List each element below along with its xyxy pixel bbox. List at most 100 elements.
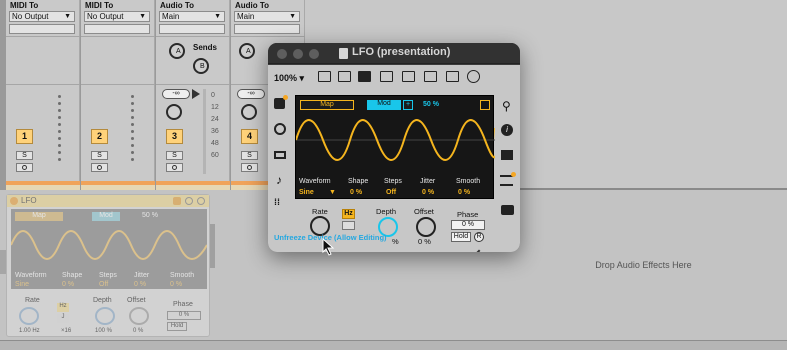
zoom-select[interactable]: 100% ▾ [274,73,304,84]
device-save-icon[interactable] [173,197,181,205]
track-activator[interactable]: 4 [241,129,258,144]
solo-button[interactable]: S [166,151,183,160]
jitter-value[interactable]: 0 % [134,281,146,288]
device-edit-icon[interactable] [185,197,193,205]
smooth-value[interactable]: 0 % [170,281,182,288]
volume-value[interactable]: -∞ [237,89,265,99]
routing-sub-select[interactable] [84,24,150,34]
search-icon[interactable]: ⚲ [502,99,511,113]
separator [156,36,230,37]
routing-select[interactable]: No Output ▼ [9,11,75,22]
arm-button[interactable] [166,163,183,172]
scale-tick: 60 [211,152,219,159]
add-mod-button[interactable]: + [403,100,413,110]
smooth-value[interactable]: 0 % [458,189,470,196]
shape-value[interactable]: 0 % [62,281,74,288]
slider-icon[interactable] [446,71,459,82]
video-icon[interactable] [274,151,286,159]
grid-icon[interactable]: # [428,251,435,252]
phase-value[interactable]: 0 % [167,311,201,320]
waveform-display [296,119,495,161]
info-icon[interactable]: i [501,124,513,136]
mod-button[interactable]: Mod [92,212,120,221]
mod-amount: 50 % [142,212,158,219]
routing-select[interactable]: No Output ▼ [84,11,150,22]
device-close-icon[interactable] [197,197,205,205]
track-activator[interactable]: 2 [91,129,108,144]
routing-sub-select[interactable] [9,24,75,34]
solo-button[interactable]: S [16,151,33,160]
close-box-icon[interactable] [380,71,393,82]
retrigger-button[interactable]: R [474,232,484,242]
zoom-window-button[interactable] [309,49,319,59]
track-activator[interactable]: 3 [166,129,183,144]
minimize-window-button[interactable] [293,49,303,59]
jitter-value[interactable]: 0 % [422,189,434,196]
camera-icon[interactable] [501,205,514,215]
track-activator[interactable]: 1 [16,129,33,144]
menu-icon[interactable] [480,100,490,110]
mod-amount[interactable]: 50 % [423,101,439,108]
waveform-value[interactable]: Sine [299,189,314,196]
sync-button[interactable]: J [57,314,69,323]
rate-value: 1.00 Hz [19,328,40,334]
rate-knob[interactable] [19,307,39,325]
target-icon[interactable] [274,123,286,135]
rate-label: Rate [25,297,40,304]
multiplier-value: ×16 [61,328,72,334]
send-a-knob[interactable]: A [239,43,255,59]
offset-knob[interactable] [129,307,149,325]
shape-value[interactable]: 0 % [350,189,362,196]
pan-knob[interactable] [241,104,257,120]
map-button[interactable]: Map [300,100,354,110]
device-power-icon[interactable] [10,197,18,205]
window-body: 100% ▾ ♪ ⁞⁞ ⚲ i Map Mod + 50 % Waveform … [268,65,520,252]
status-bar [0,340,787,350]
routing-select[interactable]: Main ▼ [234,11,300,22]
arm-button[interactable] [16,163,33,172]
list-icon[interactable] [500,175,513,186]
shape-label: Shape [348,178,369,185]
mixer-strip-2: MIDI To No Output ▼ 2 S [81,0,155,190]
note-icon[interactable]: ♪ [276,173,282,187]
map-button[interactable]: Map [15,212,63,221]
steps-value[interactable]: Off [386,189,396,196]
sync-button[interactable] [342,221,355,230]
separator [6,36,80,37]
columns-icon[interactable] [501,150,513,160]
send-b-knob[interactable]: B [193,58,209,74]
waveform-value[interactable]: Sine [15,281,29,288]
send-a-knob[interactable]: A [169,43,185,59]
depth-knob[interactable] [95,307,115,325]
arm-button[interactable] [241,163,258,172]
steps-value[interactable]: Off [99,281,108,288]
offset-knob[interactable] [416,217,436,237]
hold-button[interactable]: Hold [167,322,187,331]
presentation-toggle-icon[interactable] [318,71,331,82]
hz-button[interactable]: Hz [57,303,69,312]
solo-button[interactable]: S [91,151,108,160]
mod-button[interactable]: Mod [367,100,401,110]
routing-select[interactable]: Main ▼ [159,11,225,22]
solo-button[interactable]: S [241,151,258,160]
patcher-icon[interactable] [338,71,351,82]
object-icon[interactable] [402,71,415,82]
arm-button[interactable] [91,163,108,172]
cursor-icon [322,238,335,256]
dots-icon[interactable]: ⁞⁞ [274,197,280,207]
close-window-button[interactable] [277,49,287,59]
scale-tick: 12 [211,104,219,111]
hold-button[interactable]: Hold [451,232,471,242]
routing-sub-select[interactable] [234,24,300,34]
hz-button[interactable]: Hz [342,209,355,219]
routing-sub-select[interactable] [159,24,225,34]
volume-value[interactable]: -∞ [162,89,190,99]
window-titlebar[interactable]: LFO (presentation) [268,43,520,64]
comment-icon[interactable] [358,71,371,82]
dial-icon[interactable] [467,70,480,83]
device-scrollbar[interactable] [210,224,215,268]
phase-value[interactable]: 0 % [451,220,485,230]
chevron-down-icon[interactable]: ▼ [329,189,336,196]
pan-knob[interactable] [166,104,182,120]
message-icon[interactable] [424,71,437,82]
